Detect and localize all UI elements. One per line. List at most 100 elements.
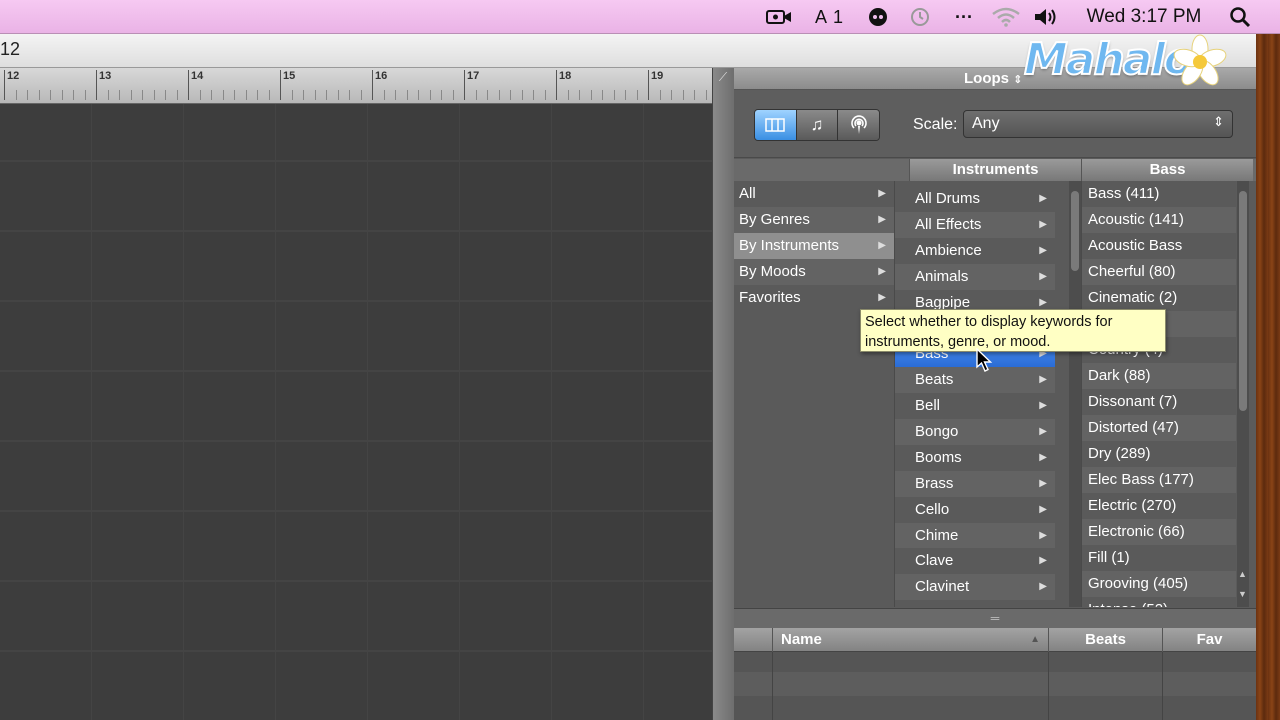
name-column-header[interactable]: Name ▲ xyxy=(772,628,1048,652)
ruler-tick xyxy=(153,90,155,100)
instrument-item[interactable]: Animals ▶ xyxy=(895,263,1055,290)
wifi-icon[interactable] xyxy=(988,6,1024,28)
bass-keyword-item[interactable]: Acoustic (141) xyxy=(1082,207,1236,233)
adobe-icon[interactable]: A1 xyxy=(806,6,852,28)
bass-column: Bass (411) Acoustic (141) Acoustic Bass Che… xyxy=(1081,181,1236,607)
disclosure-arrow-icon: ▶ xyxy=(1039,244,1047,256)
category-item[interactable]: By Genres ▶ xyxy=(734,207,894,233)
instrument-item[interactable]: Beats ▶ xyxy=(895,367,1055,394)
bass-keyword-item[interactable]: Dissonant (7) xyxy=(1082,389,1236,415)
ruler-tick xyxy=(429,90,431,100)
loop-browser: Loops ⇕ ♫ Scale: Any ⇕ Instruments Bass … xyxy=(734,68,1256,720)
fav-column-header[interactable]: Fav xyxy=(1162,628,1256,652)
scroll-thumb[interactable] xyxy=(1071,191,1079,271)
beats-column-header[interactable]: Beats xyxy=(1048,628,1162,652)
instrument-item[interactable]: Cello ▶ xyxy=(895,497,1055,523)
name-column-label: Name xyxy=(781,631,822,648)
bass-keyword-item[interactable]: Acoustic Bass xyxy=(1082,233,1236,259)
instruments-scrollbar[interactable] xyxy=(1069,181,1081,607)
ruler-tick xyxy=(73,90,74,100)
category-label: Favorites xyxy=(739,289,801,306)
spotlight-icon[interactable] xyxy=(1224,6,1256,28)
bass-keyword-item[interactable]: Dark (88) xyxy=(1082,363,1236,389)
bass-keyword-item[interactable]: Dry (289) xyxy=(1082,441,1236,467)
volume-icon[interactable] xyxy=(1032,6,1058,28)
disclosure-arrow-icon: ▶ xyxy=(1039,451,1047,463)
instrument-item[interactable]: All Effects ▶ xyxy=(895,211,1055,238)
ruler-tick xyxy=(50,90,51,100)
category-label: By Genres xyxy=(739,211,810,228)
bass-keyword-item[interactable]: Elec Bass (177) xyxy=(1082,467,1236,493)
pane-divider[interactable] xyxy=(712,68,734,720)
column-view-icon[interactable] xyxy=(755,110,797,140)
ruler-tick xyxy=(280,70,281,100)
bass-keyword-item[interactable]: Cinematic (2) xyxy=(1082,285,1236,311)
ruler-tick xyxy=(636,90,638,100)
ruler-bar-label: 13 xyxy=(99,70,112,82)
bass-keyword-item[interactable]: Fill (1) xyxy=(1082,545,1236,571)
record-icon[interactable] xyxy=(866,6,890,28)
bass-keyword-item[interactable]: Intense (52) xyxy=(1082,597,1236,607)
view-mode-segmented: ♫ xyxy=(754,109,880,141)
timeline-ruler[interactable]: 12 13 14 15 16 17 18 19 xyxy=(0,68,730,104)
scale-select[interactable]: Any ⇕ xyxy=(963,110,1233,138)
ruler-tick xyxy=(464,70,465,100)
time-machine-icon[interactable] xyxy=(906,6,934,28)
bass-keyword-item[interactable]: Electronic (66) xyxy=(1082,519,1236,545)
ruler-tick xyxy=(4,70,5,100)
instrument-label: Cello xyxy=(915,500,950,518)
loops-title[interactable]: Loops ⇕ xyxy=(964,70,1022,87)
category-item[interactable]: By Instruments ▶ xyxy=(734,233,894,259)
arrange-area[interactable] xyxy=(0,104,712,720)
instrument-item[interactable]: Booms ▶ xyxy=(895,445,1055,471)
instrument-item[interactable]: Clavinet ▶ xyxy=(895,574,1055,601)
bass-scrollbar[interactable]: ▲ ▼ xyxy=(1237,181,1249,607)
ruler-tick xyxy=(659,90,661,100)
ruler-tick xyxy=(383,90,385,100)
instrument-item[interactable]: Clave ▶ xyxy=(895,548,1055,574)
ruler-tick xyxy=(487,90,488,100)
instrument-item[interactable]: Bongo ▶ xyxy=(895,419,1055,445)
scroll-thumb[interactable] xyxy=(1239,191,1247,411)
camera-icon[interactable] xyxy=(764,6,794,28)
browser-controls: ♫ Scale: Any ⇕ xyxy=(734,90,1256,158)
instrument-item[interactable]: Ambience ▶ xyxy=(895,238,1055,264)
scroll-down-icon[interactable]: ▼ xyxy=(1238,589,1247,599)
instrument-label: Bagpipe xyxy=(915,293,971,311)
category-column: All ▶ By Genres ▶ By Instruments ▶ By Moods ▶ Fa… xyxy=(734,181,894,607)
ruler-tick xyxy=(498,90,500,100)
disclosure-arrow-icon: ▶ xyxy=(878,188,886,199)
bass-keyword-item[interactable]: Cheerful (80) xyxy=(1082,259,1236,285)
instrument-item[interactable]: Brass ▶ xyxy=(895,470,1055,497)
instrument-item[interactable]: Chime ▶ xyxy=(895,522,1055,549)
bass-keyword-item[interactable]: Grooving (405) xyxy=(1082,571,1236,597)
results-table[interactable] xyxy=(734,652,1256,720)
ruler-tick xyxy=(211,90,212,100)
tooltip: Select whether to display keywords for i… xyxy=(860,309,1166,352)
category-item[interactable]: All ▶ xyxy=(734,181,894,207)
ruler-tick xyxy=(510,90,511,100)
instrument-label: Clave xyxy=(915,552,954,570)
ruler-tick xyxy=(119,90,120,100)
category-item[interactable]: By Moods ▶ xyxy=(734,259,894,285)
instrument-item[interactable]: Bell ▶ xyxy=(895,393,1055,419)
ruler-tick xyxy=(671,90,672,100)
more-icon[interactable]: ··· xyxy=(950,6,978,28)
ruler-tick xyxy=(188,70,189,100)
scroll-up-icon[interactable]: ▲ xyxy=(1238,569,1247,579)
sort-ascending-icon: ▲ xyxy=(1030,634,1040,645)
instrument-item[interactable]: All Drums ▶ xyxy=(895,186,1055,212)
ruler-tick xyxy=(694,90,695,100)
instrument-label: Booms xyxy=(915,448,962,466)
bass-keyword-item[interactable]: Bass (411) xyxy=(1082,181,1236,207)
podcast-icon[interactable] xyxy=(838,110,879,140)
resize-handle-icon[interactable]: ⟋ xyxy=(715,70,731,86)
bass-keyword-item[interactable]: Distorted (47) xyxy=(1082,415,1236,441)
browser-splitter[interactable]: ═ xyxy=(734,608,1256,628)
music-note-icon[interactable]: ♫ xyxy=(796,110,839,140)
ruler-tick xyxy=(441,90,442,100)
bass-keyword-item[interactable]: Electric (270) xyxy=(1082,493,1236,519)
menu-clock[interactable]: Wed 3:17 PM xyxy=(1074,6,1214,28)
category-item[interactable]: Favorites ▶ xyxy=(734,285,894,311)
ruler-tick xyxy=(27,90,28,100)
